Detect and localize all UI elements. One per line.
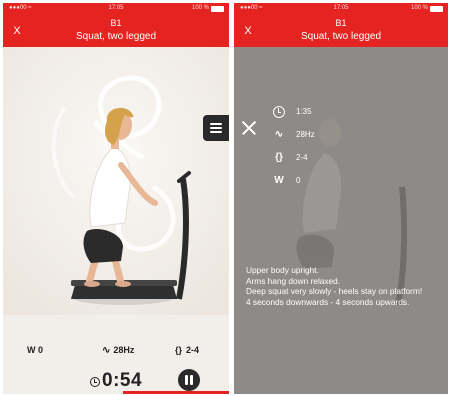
exercise-title: Squat, two legged	[300, 31, 382, 42]
frequency-value: 28Hz	[296, 130, 315, 139]
amplitude-stat: {} 2-4	[175, 345, 199, 355]
instruction-line: Deep squat very slowly - heels stay on p…	[246, 286, 423, 297]
battery-icon	[211, 6, 224, 12]
exercise-screen: ●●●00 ≈ 17:05 100 % X B1 Squat, two legg…	[3, 3, 229, 394]
wave-icon: ∿	[274, 129, 284, 140]
menu-button[interactable]	[203, 115, 229, 141]
amplitude-icon: {}	[175, 345, 183, 355]
progress-indicator	[123, 391, 229, 394]
instruction-line: 4 seconds downwards - 4 seconds upwards.	[246, 296, 410, 307]
exercise-illustration	[3, 47, 229, 315]
timer-row: 0:54	[3, 369, 229, 391]
amplitude-icon: {}	[275, 152, 283, 163]
exercise-info-overlay: ●●●00 ≈ 17:05 100 % X B1 Squat, two legg…	[234, 3, 448, 394]
amplitude-value: 2-4	[186, 345, 200, 355]
wave-icon: ∿	[102, 345, 111, 356]
frequency-value: 28Hz	[113, 345, 135, 355]
weight-value: 0	[296, 176, 301, 185]
pause-button[interactable]	[178, 369, 200, 391]
battery-icon	[430, 6, 443, 12]
exercise-stats: W 0 ∿ 28Hz {} 2-4	[3, 344, 229, 358]
close-overlay-button[interactable]	[234, 112, 264, 144]
weight-icon: W	[274, 175, 284, 186]
exercise-number: B1	[335, 18, 347, 28]
status-bar: ●●●00 ≈ 17:05 100 %	[3, 4, 229, 14]
battery-level: 100 %	[191, 5, 209, 11]
battery-level: 100 %	[410, 5, 428, 11]
exercise-number: B1	[110, 18, 122, 28]
countdown-timer: 0:54	[102, 370, 143, 391]
exercise-instructions: Upper body upright. Arms hang down relax…	[246, 265, 444, 307]
app-header: ●●●00 ≈ 17:05 100 % X B1 Squat, two legg…	[3, 3, 229, 47]
app-header: ●●●00 ≈ 17:05 100 % X B1 Squat, two legg…	[234, 3, 448, 47]
instruction-line: Arms hang down relaxed.	[246, 275, 341, 286]
hamburger-icon	[210, 123, 222, 125]
status-bar: ●●●00 ≈ 17:05 100 %	[234, 4, 448, 14]
amplitude-value: 2-4	[296, 153, 308, 162]
frequency-stat: ∿ 28Hz	[102, 345, 134, 356]
clock-icon	[90, 377, 100, 387]
duration-value: 1:35	[296, 107, 312, 116]
instruction-line: Upper body upright.	[246, 265, 319, 275]
clock-icon	[272, 105, 286, 119]
weight-value: W 0	[27, 345, 44, 355]
dimmed-illustration	[234, 47, 448, 394]
exercise-title: Squat, two legged	[75, 31, 157, 42]
